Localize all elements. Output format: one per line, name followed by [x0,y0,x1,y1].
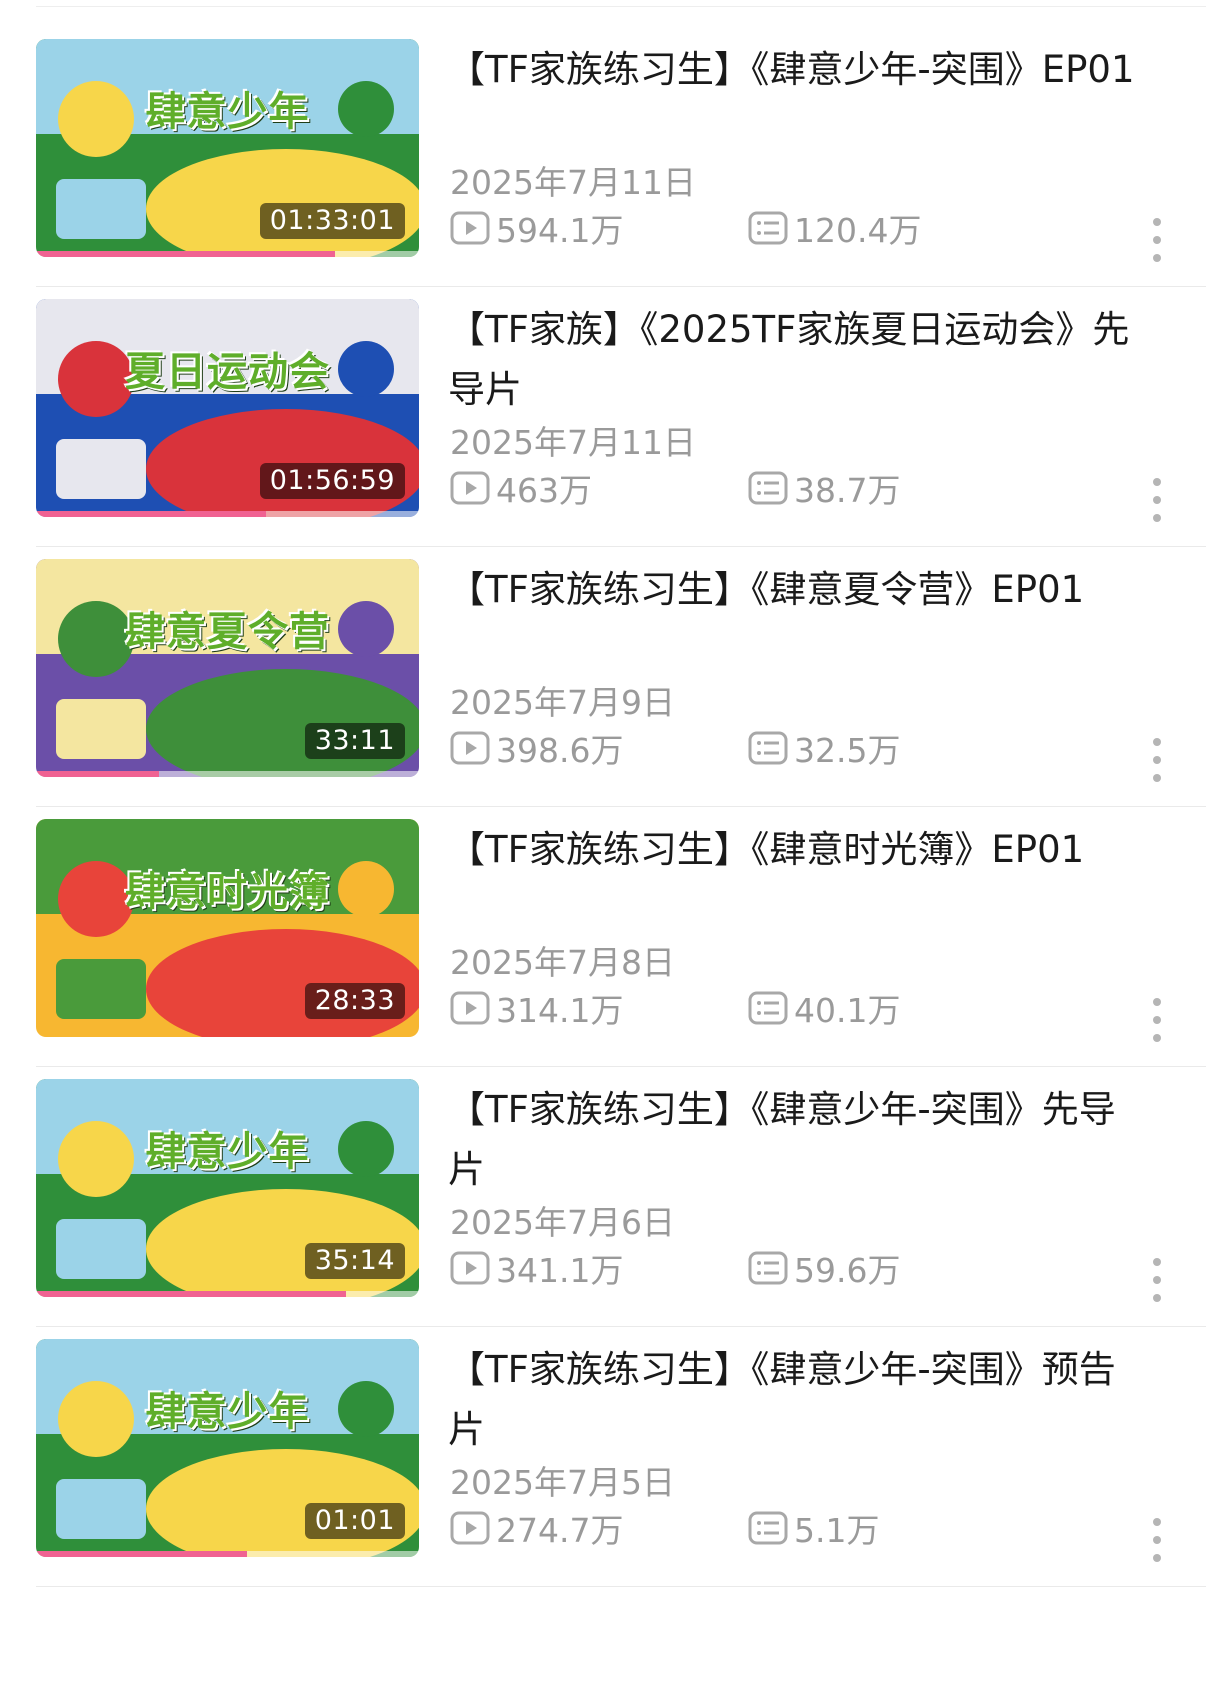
more-vertical-icon[interactable] [1148,478,1166,522]
danmaku-count-value: 32.5万 [794,731,901,770]
thumbnail-title-art: 夏日运动会 [125,348,330,395]
video-title[interactable]: 【TF家族练习生】《肆意夏令营》EP01 [448,560,1148,620]
video-item[interactable]: 肆意时光簿 28:33 【TF家族练习生】《肆意时光簿》EP01 2025年7月… [0,788,1206,1067]
watch-progress [36,251,419,257]
view-count-value: 463万 [496,471,592,510]
view-count: 463万 [450,468,592,510]
video-title[interactable]: 【TF家族练习生】《肆意少年-突围》先导片 [448,1080,1148,1200]
watch-progress [36,511,419,517]
play-count-icon [450,731,490,765]
view-count: 314.1万 [450,988,623,1030]
video-thumbnail[interactable]: 肆意夏令营 33:11 [36,559,419,777]
thumbnail-title-art: 肆意时光簿 [125,868,330,915]
duration-badge: 01:33:01 [259,203,405,239]
danmaku-count-value: 38.7万 [794,471,901,510]
publish-date: 2025年7月6日 [450,1203,675,1242]
play-count-icon [450,211,490,245]
video-item[interactable]: 肆意少年 35:14 【TF家族练习生】《肆意少年-突围》先导片 2025年7月… [0,1048,1206,1327]
watch-progress [36,1551,419,1557]
play-count-icon [450,1511,490,1545]
thumbnail-title-art: 肆意少年 [145,88,310,135]
duration-badge: 33:11 [304,723,405,759]
thumbnail-title-art: 肆意少年 [145,1388,310,1435]
danmaku-count: 120.4万 [748,208,921,250]
publish-date: 2025年7月11日 [450,423,696,462]
view-count: 274.7万 [450,1508,623,1550]
watch-progress [36,1291,419,1297]
view-count-value: 594.1万 [496,211,624,250]
danmaku-icon [748,1251,788,1285]
video-title[interactable]: 【TF家族练习生】《肆意少年-突围》预告片 [448,1340,1148,1460]
watch-progress-fill [36,511,266,517]
video-thumbnail[interactable]: 肆意少年 35:14 [36,1079,419,1297]
play-count-icon [450,1251,490,1285]
more-vertical-icon[interactable] [1148,1258,1166,1302]
video-item[interactable]: 肆意夏令营 33:11 【TF家族练习生】《肆意夏令营》EP01 2025年7月… [0,528,1206,807]
video-title[interactable]: 【TF家族练习生】《肆意时光簿》EP01 [448,820,1148,880]
duration-badge: 35:14 [304,1243,405,1279]
divider [36,6,1206,7]
danmaku-icon [748,731,788,765]
more-vertical-icon[interactable] [1148,1518,1166,1562]
play-count-icon [450,991,490,1025]
video-item[interactable]: 夏日运动会 01:56:59 【TF家族】《2025TF家族夏日运动会》先导片 … [0,268,1206,547]
danmaku-count: 38.7万 [748,468,900,510]
danmaku-count-value: 40.1万 [794,991,901,1030]
video-title[interactable]: 【TF家族练习生】《肆意少年-突围》EP01 [448,40,1148,100]
view-count-value: 398.6万 [496,731,624,770]
danmaku-count-value: 5.1万 [794,1511,880,1550]
danmaku-icon [748,991,788,1025]
thumbnail-title-art: 肆意夏令营 [125,608,330,655]
duration-badge: 01:56:59 [259,463,405,499]
video-item[interactable]: 肆意少年 01:01 【TF家族练习生】《肆意少年-突围》预告片 2025年7月… [0,1308,1206,1587]
video-thumbnail[interactable]: 肆意时光簿 28:33 [36,819,419,1037]
danmaku-icon [748,1511,788,1545]
view-count: 398.6万 [450,728,623,770]
watch-progress-fill [36,251,335,257]
more-vertical-icon[interactable] [1148,738,1166,782]
danmaku-count: 40.1万 [748,988,900,1030]
danmaku-count-value: 120.4万 [794,211,922,250]
view-count-value: 341.1万 [496,1251,624,1290]
video-thumbnail[interactable]: 肆意少年 01:01 [36,1339,419,1557]
watch-progress [36,771,419,777]
play-count-icon [450,471,490,505]
danmaku-icon [748,471,788,505]
view-count: 594.1万 [450,208,623,250]
duration-badge: 01:01 [304,1503,405,1539]
view-count: 341.1万 [450,1248,623,1290]
video-title[interactable]: 【TF家族】《2025TF家族夏日运动会》先导片 [448,300,1148,420]
publish-date: 2025年7月9日 [450,683,675,722]
danmaku-count: 5.1万 [748,1508,879,1550]
publish-date: 2025年7月5日 [450,1463,675,1502]
divider [36,1586,1206,1587]
video-thumbnail[interactable]: 肆意少年 01:33:01 [36,39,419,257]
watch-progress-fill [36,771,159,777]
publish-date: 2025年7月8日 [450,943,675,982]
video-item[interactable]: 肆意少年 01:33:01 【TF家族练习生】《肆意少年-突围》EP01 202… [0,8,1206,287]
thumbnail-title-art: 肆意少年 [145,1128,310,1175]
more-vertical-icon[interactable] [1148,218,1166,262]
danmaku-count-value: 59.6万 [794,1251,901,1290]
publish-date: 2025年7月11日 [450,163,696,202]
watch-progress-fill [36,1551,247,1557]
more-vertical-icon[interactable] [1148,998,1166,1042]
danmaku-icon [748,211,788,245]
watch-progress-fill [36,1291,347,1297]
view-count-value: 274.7万 [496,1511,624,1550]
danmaku-count: 32.5万 [748,728,900,770]
view-count-value: 314.1万 [496,991,624,1030]
video-thumbnail[interactable]: 夏日运动会 01:56:59 [36,299,419,517]
duration-badge: 28:33 [304,983,405,1019]
danmaku-count: 59.6万 [748,1248,900,1290]
